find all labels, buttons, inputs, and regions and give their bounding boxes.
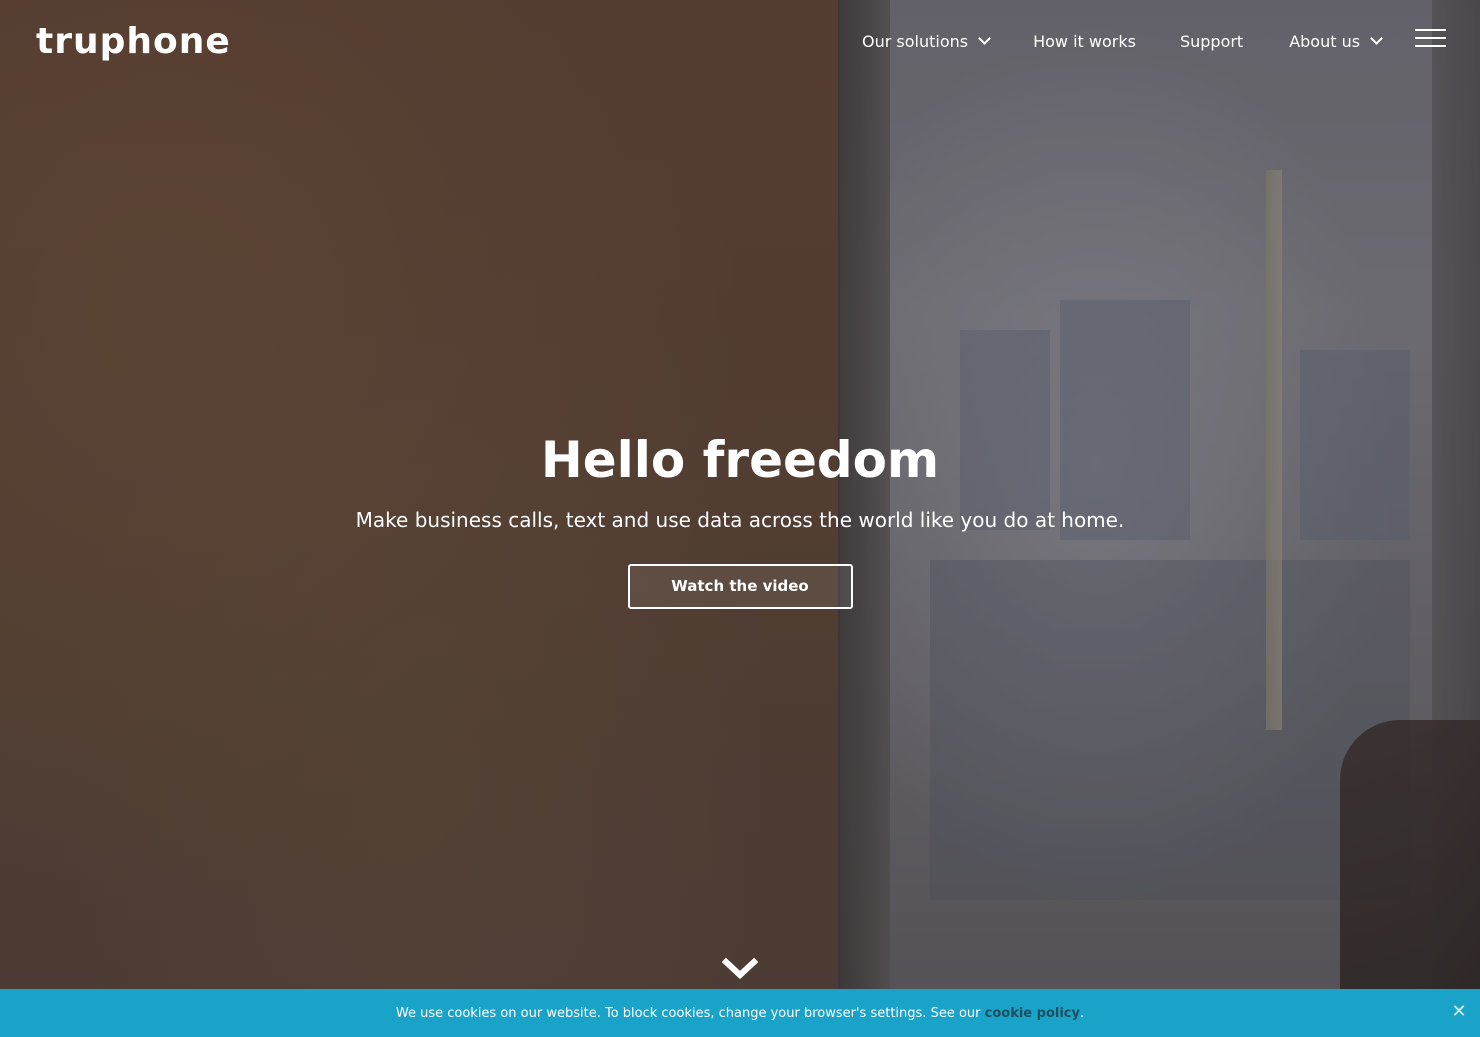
page: truphone Our solutions How it works Supp… xyxy=(0,0,1480,1037)
main-nav: Our solutions How it works Support About… xyxy=(862,28,1383,54)
cookie-bar: We use cookies on our website. To block … xyxy=(0,989,1480,1037)
nav-item-our-solutions[interactable]: Our solutions xyxy=(862,31,991,51)
truphone-logo[interactable]: truphone xyxy=(36,22,231,62)
hero-subtitle: Make business calls, text and use data a… xyxy=(355,508,1125,532)
nav-item-about-us[interactable]: About us xyxy=(1289,31,1383,51)
nav-item-label: How it works xyxy=(1033,31,1136,51)
cookie-text: We use cookies on our website. To block … xyxy=(395,1005,985,1021)
chevron-down-icon xyxy=(1370,32,1383,45)
close-icon[interactable]: ✕ xyxy=(1450,1003,1468,1021)
nav-item-support[interactable]: Support xyxy=(1180,32,1243,51)
cookie-policy-link[interactable]: cookie policy xyxy=(985,1006,1080,1021)
hero-title: Hello freedom xyxy=(540,431,940,489)
cookie-message: We use cookies on our website. To block … xyxy=(396,1006,1084,1021)
hamburger-line xyxy=(1415,37,1446,39)
nav-item-label: Support xyxy=(1179,31,1244,51)
hamburger-line xyxy=(1415,45,1446,47)
chevron-down-icon[interactable] xyxy=(721,954,759,982)
watch-video-button[interactable]: Watch the video xyxy=(627,564,853,609)
cookie-suffix: . xyxy=(1079,1005,1085,1021)
nav-item-label: About us xyxy=(1289,31,1361,51)
hamburger-line xyxy=(1415,29,1446,31)
site-header: truphone Our solutions How it works Supp… xyxy=(0,0,1480,84)
hero-section: Hello freedom Make business calls, text … xyxy=(0,428,1480,609)
nav-item-label: Our solutions xyxy=(862,31,969,51)
nav-item-how-it-works[interactable]: How it works xyxy=(1033,32,1136,51)
hamburger-icon[interactable] xyxy=(1415,29,1446,49)
chevron-down-icon xyxy=(978,32,991,45)
